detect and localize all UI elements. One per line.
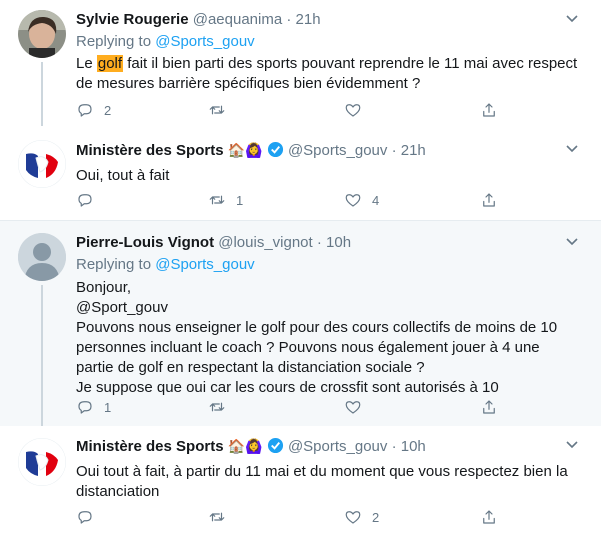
author-handle[interactable]: @Sports_gouv bbox=[288, 142, 387, 159]
replying-to: Replying to @Sports_gouv bbox=[76, 255, 581, 275]
text-line: Bonjour, bbox=[76, 279, 132, 296]
share-icon bbox=[480, 508, 498, 526]
retweet-count: 1 bbox=[236, 192, 244, 208]
replying-to: Replying to @Sports_gouv bbox=[76, 32, 581, 52]
reply-icon bbox=[76, 398, 94, 416]
like-icon bbox=[344, 191, 362, 209]
mention-link[interactable]: @Sports_gouv bbox=[155, 256, 254, 273]
text-before: Le bbox=[76, 55, 97, 72]
tweet-actions: 2 bbox=[76, 508, 506, 528]
text-line: Pouvons nous enseigner le golf pour des … bbox=[76, 319, 558, 376]
like-button[interactable]: 4 bbox=[344, 191, 379, 209]
mention-link[interactable]: @Sports_gouv bbox=[155, 33, 254, 50]
search-highlight: golf bbox=[96, 55, 124, 72]
retweet-button[interactable] bbox=[208, 398, 236, 416]
timestamp[interactable]: 10h bbox=[401, 438, 426, 455]
tweet-pierre-louis[interactable]: Pierre-Louis Vignot @louis_vignot · 10h … bbox=[0, 221, 601, 426]
reply-icon bbox=[76, 191, 94, 209]
share-icon bbox=[480, 398, 498, 416]
avatar[interactable] bbox=[18, 438, 66, 486]
separator-dot: · bbox=[316, 234, 322, 251]
reply-button[interactable] bbox=[76, 508, 104, 526]
text-after: fait il bien parti des sports pouvant re… bbox=[76, 55, 578, 92]
retweet-icon bbox=[208, 398, 226, 416]
text-line: Je suppose que oui car les cours de cros… bbox=[76, 379, 499, 396]
thread-line bbox=[41, 62, 43, 126]
like-button[interactable]: 2 bbox=[344, 508, 379, 526]
like-button[interactable] bbox=[344, 398, 372, 416]
separator-dot: · bbox=[391, 142, 397, 159]
timestamp[interactable]: 21h bbox=[296, 11, 321, 28]
reply-icon bbox=[76, 101, 94, 119]
like-icon bbox=[344, 398, 362, 416]
thread-line bbox=[41, 285, 43, 426]
like-button[interactable] bbox=[344, 101, 372, 119]
reply-icon bbox=[76, 508, 94, 526]
chevron-down-icon[interactable] bbox=[565, 235, 579, 252]
share-button[interactable] bbox=[480, 508, 498, 526]
share-button[interactable] bbox=[480, 191, 498, 209]
author-name[interactable]: Sylvie Rougerie bbox=[76, 11, 189, 28]
chevron-down-icon[interactable] bbox=[565, 438, 579, 455]
profile-emojis: 🏠🙆‍♀️ bbox=[227, 142, 263, 158]
timestamp[interactable]: 10h bbox=[326, 234, 351, 251]
chevron-down-icon[interactable] bbox=[565, 12, 579, 29]
avatar[interactable] bbox=[18, 10, 66, 58]
share-icon bbox=[480, 191, 498, 209]
author-name[interactable]: Ministère des Sports bbox=[76, 142, 224, 159]
author-handle[interactable]: @Sports_gouv bbox=[288, 438, 387, 455]
separator-dot: · bbox=[391, 438, 397, 455]
author-handle[interactable]: @louis_vignot bbox=[218, 234, 312, 251]
reply-button[interactable]: 1 bbox=[76, 398, 111, 416]
tweet-actions: 2 bbox=[76, 101, 506, 121]
reply-button[interactable] bbox=[76, 191, 104, 209]
timestamp[interactable]: 21h bbox=[401, 142, 426, 159]
tweet-text: Bonjour, @Sport_gouv Pouvons nous enseig… bbox=[76, 278, 581, 398]
reply-button[interactable]: 2 bbox=[76, 101, 111, 119]
like-count: 2 bbox=[372, 509, 380, 525]
tweet-text: Oui, tout à fait bbox=[76, 167, 170, 184]
author-handle[interactable]: @aequanima bbox=[193, 11, 282, 28]
replying-label: Replying to bbox=[76, 33, 152, 50]
chevron-down-icon[interactable] bbox=[565, 142, 579, 159]
retweet-button[interactable] bbox=[208, 508, 236, 526]
avatar[interactable] bbox=[18, 233, 66, 281]
verified-badge-icon bbox=[267, 437, 284, 460]
separator-dot: · bbox=[286, 11, 292, 28]
retweet-icon bbox=[208, 191, 226, 209]
replying-label: Replying to bbox=[76, 256, 152, 273]
tweet-actions: 14 bbox=[76, 191, 506, 211]
retweet-icon bbox=[208, 508, 226, 526]
tweet-text: Oui tout à fait, à partir du 11 mai et d… bbox=[76, 463, 568, 500]
share-button[interactable] bbox=[480, 101, 498, 119]
like-count: 4 bbox=[372, 192, 380, 208]
profile-emojis: 🏠🙆‍♀️ bbox=[227, 438, 263, 454]
like-icon bbox=[344, 101, 362, 119]
retweet-icon bbox=[208, 101, 226, 119]
retweet-button[interactable] bbox=[208, 101, 236, 119]
tweet-text: Le golf fait il bien parti des sports po… bbox=[76, 54, 581, 94]
author-name[interactable]: Pierre-Louis Vignot bbox=[76, 234, 214, 251]
like-icon bbox=[344, 508, 362, 526]
share-button[interactable] bbox=[480, 398, 498, 416]
text-line: @Sport_gouv bbox=[76, 299, 168, 316]
retweet-button[interactable]: 1 bbox=[208, 191, 243, 209]
reply-count: 1 bbox=[104, 399, 112, 415]
avatar[interactable] bbox=[18, 140, 66, 188]
author-name[interactable]: Ministère des Sports bbox=[76, 438, 224, 455]
tweet-actions: 1 bbox=[76, 398, 506, 418]
verified-badge-icon bbox=[267, 141, 284, 164]
reply-count: 2 bbox=[104, 102, 112, 118]
share-icon bbox=[480, 101, 498, 119]
